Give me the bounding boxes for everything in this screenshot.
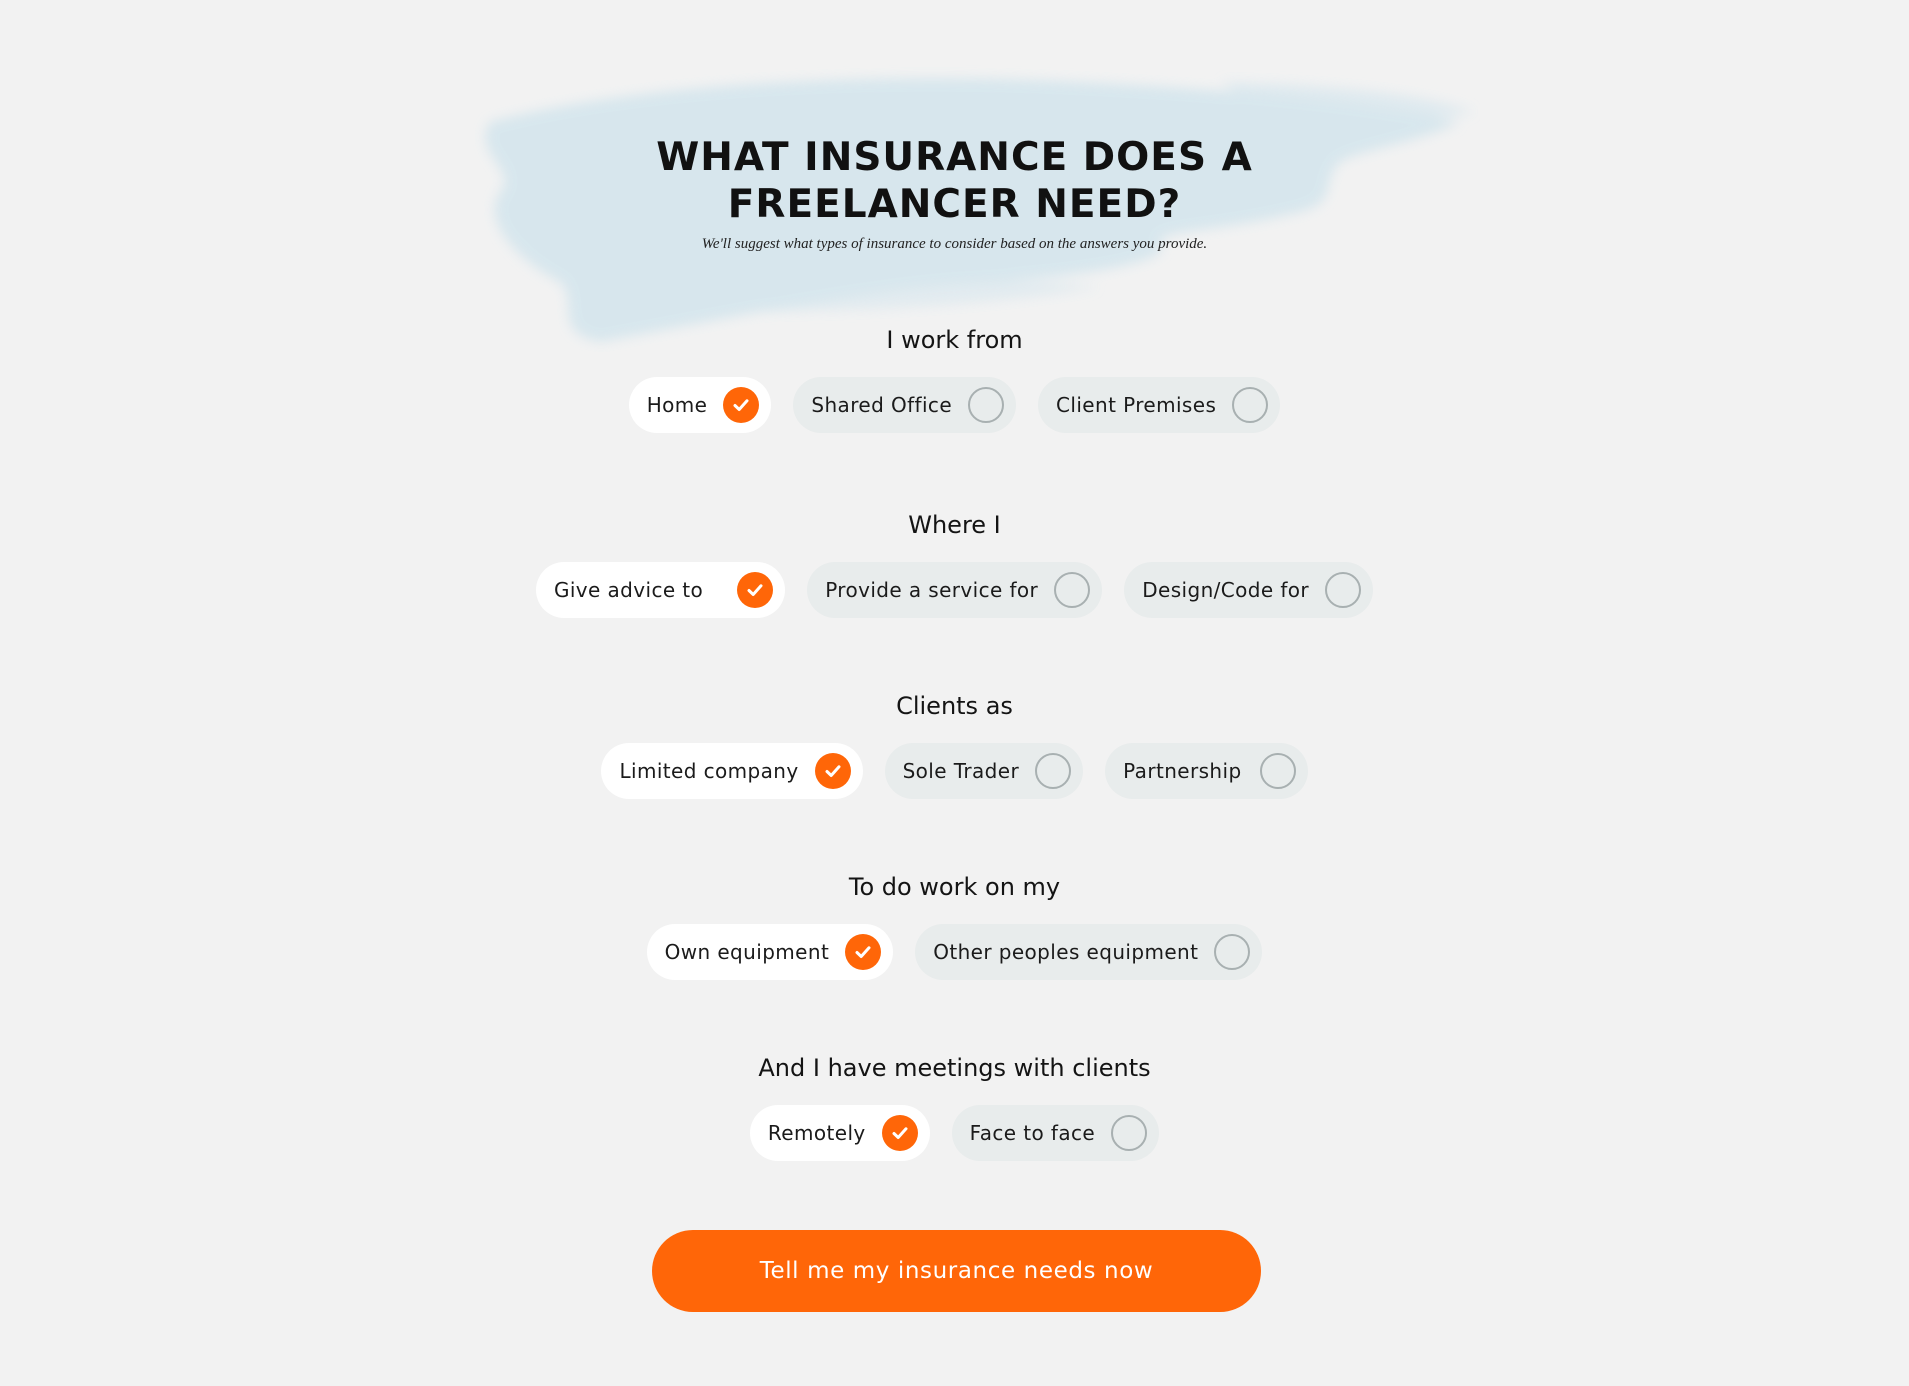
option-own-equipment[interactable]: Own equipment [646, 924, 894, 980]
empty-circle-icon [1259, 753, 1296, 789]
check-circle-icon [723, 387, 760, 423]
page-title: WHAT INSURANCE DOES A FREELANCER NEED? [656, 135, 1253, 227]
submit-insurance-needs-button[interactable]: Tell me my insurance needs now [652, 1230, 1261, 1312]
freelancer-insurance-page: WHAT INSURANCE DOES A FREELANCER NEED? W… [0, 0, 1909, 1386]
option-label: Partnership [1123, 759, 1242, 783]
question-label: Where I [908, 511, 1001, 539]
question-work-from: I work from Home Shared Office Client Pr… [0, 325, 1909, 433]
question-label: I work from [886, 326, 1023, 354]
check-circle-icon [737, 572, 774, 608]
question-work-on: To do work on my Own equipment Other peo… [0, 872, 1909, 980]
option-label: Own equipment [664, 940, 830, 964]
option-give-advice-to[interactable]: Give advice to [535, 562, 786, 618]
option-provide-a-service-for[interactable]: Provide a service for [807, 562, 1103, 618]
option-label: Design/Code for [1142, 578, 1310, 602]
option-group: Home Shared Office Client Premises [0, 377, 1909, 433]
option-label: Provide a service for [825, 578, 1039, 602]
option-label: Client Premises [1056, 393, 1217, 417]
option-design-code-for[interactable]: Design/Code for [1124, 562, 1374, 618]
option-client-premises[interactable]: Client Premises [1038, 377, 1281, 433]
option-label: Limited company [619, 759, 799, 783]
option-label: Remotely [767, 1121, 866, 1145]
option-group: Own equipment Other peoples equipment [0, 924, 1909, 980]
question-clients-as: Clients as Limited company Sole Trader P… [0, 691, 1909, 799]
option-label: Other peoples equipment [933, 940, 1199, 964]
option-group: Give advice to Provide a service for Des… [0, 562, 1909, 618]
question-label: Clients as [896, 692, 1013, 720]
option-label: Sole Trader [902, 759, 1020, 783]
option-remotely[interactable]: Remotely [749, 1105, 930, 1161]
question-where-i: Where I Give advice to Provide a service… [0, 510, 1909, 618]
empty-circle-icon [1232, 387, 1269, 423]
option-home[interactable]: Home [628, 377, 772, 433]
question-label: And I have meetings with clients [758, 1054, 1151, 1082]
option-label: Give advice to [553, 578, 704, 602]
hero: WHAT INSURANCE DOES A FREELANCER NEED? W… [0, 134, 1909, 253]
option-other-peoples-equipment[interactable]: Other peoples equipment [915, 924, 1263, 980]
empty-circle-icon [968, 387, 1005, 423]
empty-circle-icon [1054, 572, 1091, 608]
empty-circle-icon [1111, 1115, 1148, 1151]
option-face-to-face[interactable]: Face to face [951, 1105, 1160, 1161]
option-shared-office[interactable]: Shared Office [793, 377, 1017, 433]
option-label: Shared Office [811, 393, 953, 417]
option-group: Remotely Face to face [0, 1105, 1909, 1161]
option-label: Face to face [969, 1121, 1096, 1145]
option-limited-company[interactable]: Limited company [601, 743, 863, 799]
empty-circle-icon [1214, 934, 1251, 970]
page-subtitle: We'll suggest what types of insurance to… [701, 236, 1208, 252]
question-meetings: And I have meetings with clients Remotel… [0, 1053, 1909, 1161]
check-circle-icon [881, 1115, 918, 1151]
empty-circle-icon [1325, 572, 1362, 608]
check-circle-icon [845, 934, 882, 970]
option-group: Limited company Sole Trader Partnership [0, 743, 1909, 799]
option-sole-trader[interactable]: Sole Trader [884, 743, 1084, 799]
option-label: Home [646, 393, 708, 417]
check-circle-icon [814, 753, 851, 789]
option-partnership[interactable]: Partnership [1105, 743, 1308, 799]
question-label: To do work on my [848, 873, 1061, 901]
empty-circle-icon [1035, 753, 1072, 789]
